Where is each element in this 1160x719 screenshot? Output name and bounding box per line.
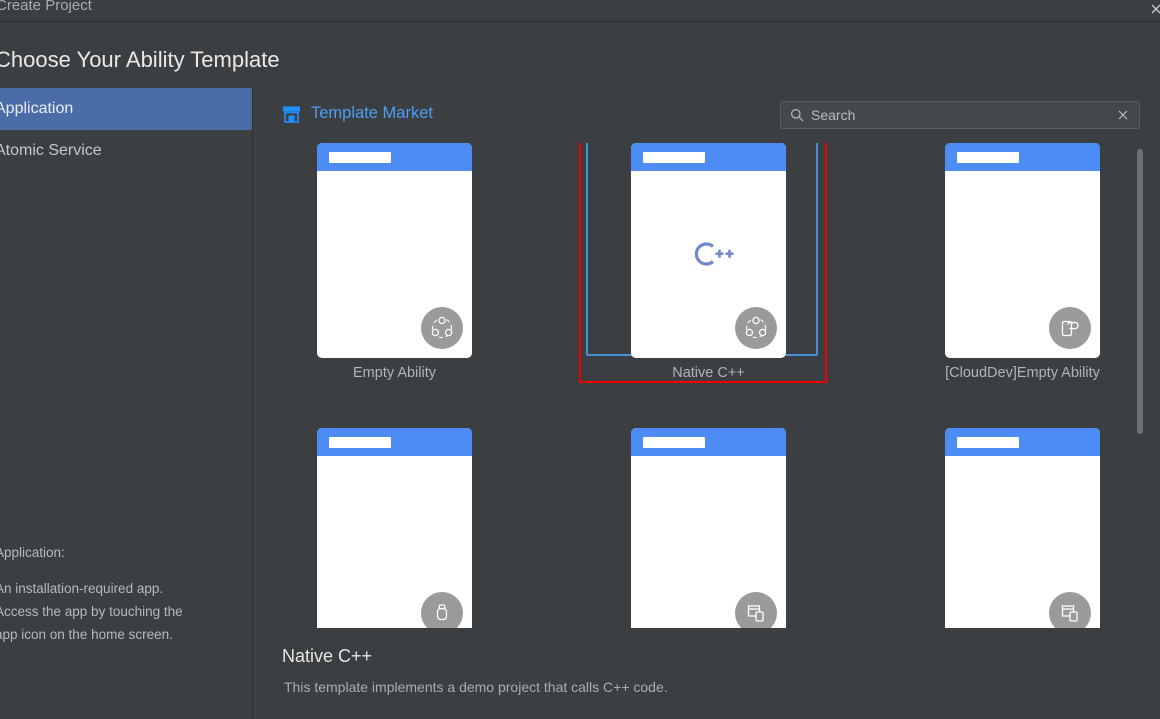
create-project-dialog: Create Project Choose Your Ability Templ… <box>0 0 1160 719</box>
template-preview <box>631 143 786 358</box>
search-box[interactable] <box>780 101 1140 129</box>
template-card-clouddev-empty-ability[interactable]: [CloudDev]Empty Ability <box>920 143 1125 381</box>
template-preview <box>317 143 472 358</box>
template-details: Native C++ This template implements a de… <box>254 628 1160 719</box>
template-grid-scrollbar[interactable] <box>1134 143 1146 686</box>
template-market-label: Template Market <box>311 104 433 122</box>
template-market-link[interactable]: Template Market <box>282 104 433 123</box>
window-title: Create Project <box>0 0 92 14</box>
sidebar-description-line: app icon on the home screen. <box>0 627 173 642</box>
template-card-row2-2[interactable] <box>606 428 811 643</box>
storefront-icon <box>282 105 301 123</box>
template-details-title: Native C++ <box>282 646 373 666</box>
template-card-row2-3[interactable] <box>920 428 1125 643</box>
search-icon <box>790 108 804 122</box>
sidebar-item-application[interactable]: Application <box>0 88 252 130</box>
window-title-bar: Create Project <box>0 0 1160 22</box>
template-grid: Empty Ability Native C++ [CloudDev]Empty… <box>254 143 1160 686</box>
template-card-label: [CloudDev]Empty Ability <box>945 365 1100 381</box>
sidebar-description-heading: Application: <box>0 545 65 560</box>
preview-title-placeholder <box>643 152 705 163</box>
clear-search-icon[interactable] <box>1116 108 1130 122</box>
template-preview <box>631 428 786 643</box>
search-input[interactable] <box>811 107 1116 123</box>
template-preview <box>945 428 1100 643</box>
template-preview <box>317 428 472 643</box>
preview-title-placeholder <box>957 437 1019 448</box>
preview-title-placeholder <box>329 437 391 448</box>
sidebar-item-label: Atomic Service <box>0 142 102 159</box>
cpp-logo <box>631 239 786 269</box>
sidebar-item-label: Application <box>0 100 74 117</box>
template-panel: Template Market Search Empty Ability Nat… <box>254 88 1160 719</box>
preview-title-placeholder <box>957 152 1019 163</box>
template-card-label: Native C++ <box>672 365 745 381</box>
network-nodes-icon <box>421 307 463 349</box>
network-nodes-icon <box>735 307 777 349</box>
template-card-empty-ability[interactable]: Empty Ability <box>292 143 497 381</box>
phone-cloud-icon <box>1049 307 1091 349</box>
sidebar-description-line: An installation-required app. <box>0 581 164 596</box>
template-preview <box>945 143 1100 358</box>
preview-title-placeholder <box>329 152 391 163</box>
sidebar-description-line: Access the app by touching the <box>0 604 183 619</box>
sidebar: Application Atomic Service Application: … <box>0 88 253 719</box>
scrollbar-thumb[interactable] <box>1137 149 1143 434</box>
template-card-label: Empty Ability <box>353 365 436 381</box>
preview-title-placeholder <box>643 437 705 448</box>
template-card-native-cpp[interactable]: Native C++ <box>579 143 827 383</box>
sidebar-description: Application: An installation-required ap… <box>0 541 253 646</box>
sidebar-item-atomic-service[interactable]: Atomic Service <box>0 130 252 172</box>
close-icon[interactable] <box>1148 1 1160 17</box>
template-card-row2-1[interactable] <box>292 428 497 643</box>
page-title: Choose Your Ability Template <box>0 47 280 72</box>
template-details-description: This template implements a demo project … <box>284 679 668 695</box>
